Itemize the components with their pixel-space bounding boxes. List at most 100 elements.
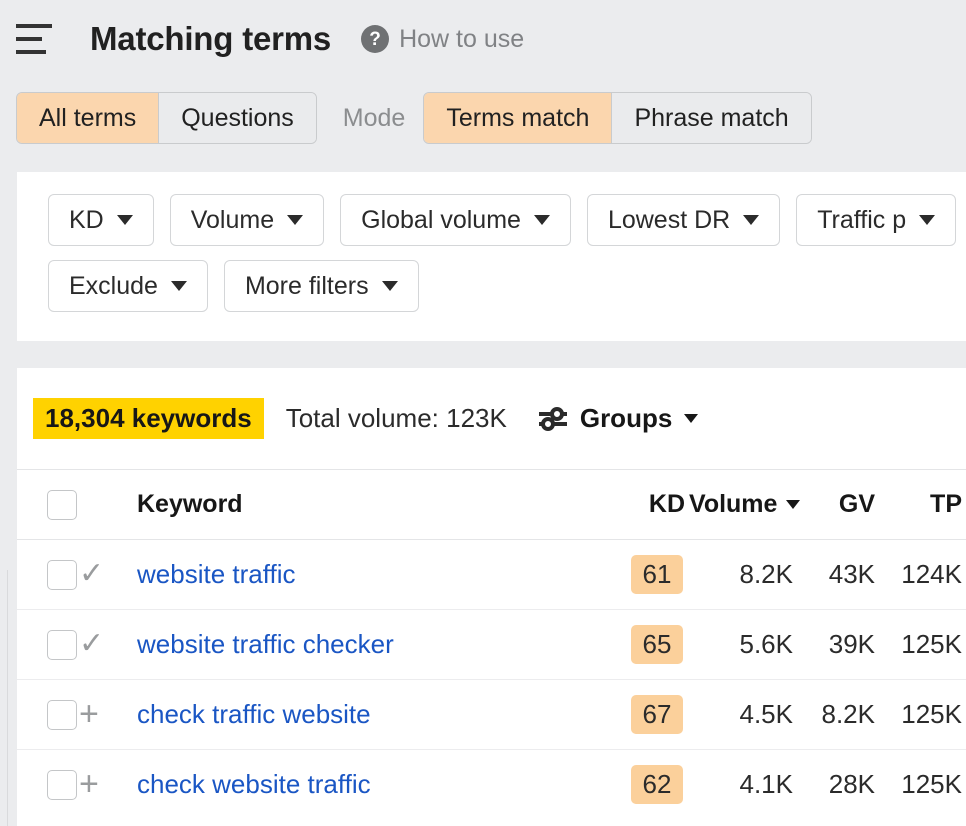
filter-traffic-potential-label: Traffic p: [817, 206, 906, 235]
mode-label: Mode: [343, 104, 406, 133]
table-row[interactable]: ✓ website traffic 618.2K43K124K: [17, 540, 966, 610]
table-row[interactable]: +check website traffic624.1K28K125K: [17, 750, 966, 820]
row-select-cell: [17, 540, 79, 610]
kd-badge: 65: [631, 625, 683, 664]
chevron-down-icon: [171, 281, 187, 291]
row-select-cell: [17, 610, 79, 680]
hamburger-line: [16, 37, 42, 41]
total-volume-label: Total volume: 123K: [286, 403, 507, 434]
table-header: Keyword KD Volume GV TP: [17, 470, 966, 540]
filter-traffic-potential[interactable]: Traffic p: [796, 194, 956, 246]
row-checkbox[interactable]: [47, 700, 77, 730]
column-header-gv[interactable]: GV: [797, 470, 879, 540]
groups-button[interactable]: Groups: [538, 403, 698, 434]
chevron-down-icon: [919, 215, 935, 225]
filter-kd-label: KD: [69, 206, 104, 235]
table-row[interactable]: ✓ website traffic checker 655.6K39K125K: [17, 610, 966, 680]
tab-all-terms[interactable]: All terms: [17, 93, 158, 143]
row-gv-cell: 39K: [797, 610, 879, 680]
kd-badge: 67: [631, 695, 683, 734]
hamburger-menu-icon[interactable]: [16, 24, 54, 54]
how-to-use-label: How to use: [399, 25, 524, 54]
filter-more-filters[interactable]: More filters: [224, 260, 419, 312]
select-all-checkbox[interactable]: [47, 490, 77, 520]
filter-exclude[interactable]: Exclude: [48, 260, 208, 312]
table-body: ✓website traffic618.2K43K124K✓website tr…: [17, 540, 966, 820]
mark-header-cell: [79, 470, 127, 540]
hamburger-line: [16, 50, 46, 54]
column-header-volume-label: Volume: [689, 490, 777, 519]
row-gv-cell: 43K: [797, 540, 879, 610]
row-volume-cell: 5.6K: [689, 610, 797, 680]
keyword-link[interactable]: check traffic website: [127, 699, 371, 729]
row-tp-cell: 125K: [879, 680, 966, 750]
how-to-use-link[interactable]: ? How to use: [361, 25, 524, 54]
row-tp-cell: 125K: [879, 610, 966, 680]
chevron-down-icon: [743, 215, 759, 225]
plus-icon[interactable]: +: [79, 695, 99, 733]
row-tp-cell: 125K: [879, 750, 966, 820]
filter-volume[interactable]: Volume: [170, 194, 324, 246]
sort-descending-icon: [786, 500, 800, 509]
row-checkbox[interactable]: [47, 560, 77, 590]
row-mark-cell: +: [79, 680, 127, 750]
row-mark-cell: ✓: [79, 540, 127, 610]
filter-exclude-label: Exclude: [69, 272, 158, 301]
row-select-cell: [17, 680, 79, 750]
chevron-down-icon: [534, 215, 550, 225]
chevron-down-icon: [117, 215, 133, 225]
chevron-down-icon: [684, 414, 698, 423]
chevron-down-icon: [287, 215, 303, 225]
table-header-row: Keyword KD Volume GV TP: [17, 470, 966, 540]
column-header-kd[interactable]: KD: [601, 470, 689, 540]
column-header-volume[interactable]: Volume: [689, 470, 797, 540]
filter-lowest-dr[interactable]: Lowest DR: [587, 194, 780, 246]
checkmark-icon[interactable]: ✓: [79, 627, 104, 660]
keyword-link[interactable]: website traffic: [127, 559, 295, 589]
keyword-count-badge: 18,304 keywords: [33, 398, 264, 440]
row-tp-cell: 124K: [879, 540, 966, 610]
row-keyword-cell: website traffic checker: [127, 610, 601, 680]
row-checkbox[interactable]: [47, 770, 77, 800]
mode-segmented-control: Terms match Phrase match: [423, 92, 811, 144]
tab-questions[interactable]: Questions: [158, 93, 316, 143]
groups-label: Groups: [580, 403, 672, 434]
select-all-cell: [17, 470, 79, 540]
row-kd-cell: 62: [601, 750, 689, 820]
filter-row-secondary: Exclude More filters: [17, 246, 966, 312]
filter-global-volume[interactable]: Global volume: [340, 194, 571, 246]
checkmark-icon[interactable]: ✓: [79, 557, 104, 590]
table-row[interactable]: + check traffic website 674.5K8.2K125K: [17, 680, 966, 750]
keywords-table: Keyword KD Volume GV TP ✓ website traffic…: [17, 469, 966, 820]
filter-kd[interactable]: KD: [48, 194, 154, 246]
sliders-icon: [538, 406, 568, 432]
tab-terms-match[interactable]: Terms match: [424, 93, 611, 143]
app-root: Matching terms ? How to use All terms Qu…: [0, 0, 966, 826]
kd-badge: 62: [631, 765, 683, 804]
results-panel: 18,304 keywords Total volume: 123K Group…: [17, 368, 966, 826]
row-kd-cell: 65: [601, 610, 689, 680]
row-kd-cell: 61: [601, 540, 689, 610]
plus-icon[interactable]: +: [79, 765, 99, 803]
filter-global-volume-label: Global volume: [361, 206, 521, 235]
row-select-cell: [17, 750, 79, 820]
tab-row: All terms Questions Mode Terms match Phr…: [0, 88, 966, 148]
tab-phrase-match[interactable]: Phrase match: [611, 93, 810, 143]
filter-lowest-dr-label: Lowest DR: [608, 206, 730, 235]
row-keyword-cell: website traffic: [127, 540, 601, 610]
keyword-link[interactable]: check website traffic: [127, 769, 371, 799]
column-header-keyword[interactable]: Keyword: [127, 470, 601, 540]
chevron-down-icon: [382, 281, 398, 291]
row-keyword-cell: check traffic website: [127, 680, 601, 750]
column-header-tp[interactable]: TP: [879, 470, 966, 540]
row-gv-cell: 8.2K: [797, 680, 879, 750]
row-gv-cell: 28K: [797, 750, 879, 820]
row-volume-cell: 8.2K: [689, 540, 797, 610]
results-summary-bar: 18,304 keywords Total volume: 123K Group…: [17, 368, 966, 469]
row-mark-cell: +: [79, 750, 127, 820]
filter-panel: KD Volume Global volume Lowest DR Traffi…: [17, 172, 966, 341]
row-volume-cell: 4.5K: [689, 680, 797, 750]
row-checkbox[interactable]: [47, 630, 77, 660]
filter-row-primary: KD Volume Global volume Lowest DR Traffi…: [17, 172, 966, 246]
keyword-link[interactable]: website traffic checker: [127, 629, 394, 659]
